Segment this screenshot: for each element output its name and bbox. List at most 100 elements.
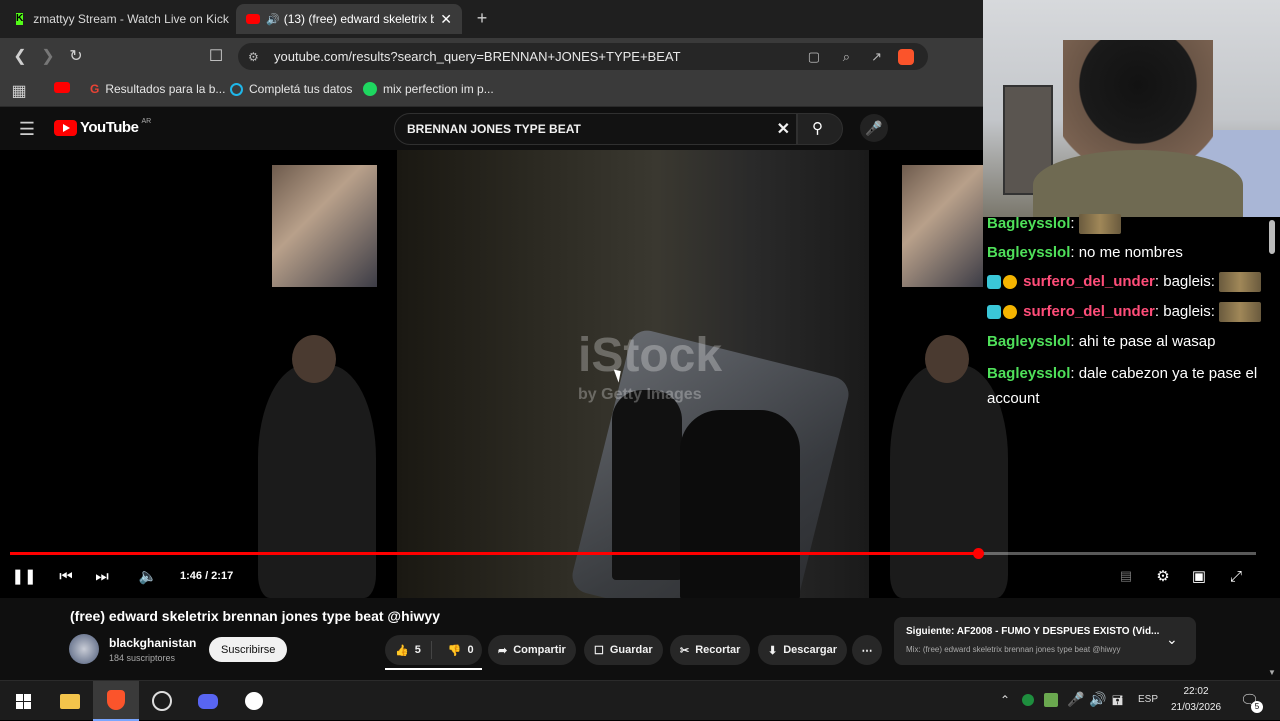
url-field[interactable]: ⚙ youtube.com/results?search_query=BRENN… — [238, 43, 928, 70]
bookmark-label: Resultados para la b... — [105, 82, 226, 96]
up-next-card[interactable]: Siguiente: AF2008 - FUMO Y DESPUES EXIST… — [894, 617, 1196, 665]
thumbs-down-icon: 👎 — [447, 644, 462, 657]
tray-app-icon[interactable] — [1044, 693, 1058, 707]
dislike-button[interactable]: 👎 0 — [438, 644, 484, 657]
channel-avatar[interactable] — [69, 634, 99, 664]
site-info-icon[interactable]: ⚙ — [248, 50, 259, 64]
bookmark-icon: ☐ — [594, 644, 604, 657]
figure-right-head — [925, 335, 969, 383]
tab-kick[interactable]: K zmattyy Stream - Watch Live on Kick — [6, 4, 234, 34]
clock-app-icon[interactable] — [231, 681, 277, 721]
chevron-down-icon[interactable]: ⌄ — [1166, 631, 1178, 648]
new-tab-button[interactable]: + — [472, 8, 492, 28]
brave-shield-icon[interactable] — [898, 48, 914, 65]
chat-text: no me nombres — [1078, 244, 1183, 261]
tab-youtube-active[interactable]: 🔊 (13) (free) edward skeletrix bre ✕ — [236, 4, 462, 34]
obs-icon[interactable] — [139, 681, 185, 721]
next-icon[interactable]: ⏭ — [92, 566, 112, 586]
windows-taskbar: ⌃ 🎤 🔊 🖬 ESP 22:02 21/03/2026 🗨 5 — [0, 680, 1280, 721]
save-button[interactable]: ☐ Guardar — [584, 635, 663, 665]
download-label: Descargar — [783, 644, 838, 656]
apps-grid-icon[interactable]: ▦ — [10, 82, 28, 100]
volume-icon[interactable]: 🔊 — [1089, 691, 1106, 708]
bookmark-spotify[interactable]: mix perfection im p... — [363, 82, 494, 96]
hamburger-menu-icon[interactable]: ☰ — [16, 118, 38, 140]
clock-date[interactable]: 21/03/2026 — [1166, 702, 1226, 713]
url-text: youtube.com/results?search_query=BRENNAN… — [274, 49, 681, 64]
scroll-down-icon[interactable]: ▼ — [1268, 668, 1276, 677]
collage-faces-right — [902, 165, 983, 287]
bookmark-icon[interactable]: ☐ — [206, 46, 226, 66]
windows-start-icon[interactable] — [0, 681, 46, 721]
forward-icon[interactable]: ❯ — [38, 46, 58, 66]
youtube-icon — [246, 14, 260, 24]
microphone-icon[interactable]: 🎤 — [1067, 691, 1084, 708]
chat-username: Bagleysslol — [987, 365, 1071, 382]
browser-tab-bar: K zmattyy Stream - Watch Live on Kick 🔊 … — [0, 0, 983, 38]
more-actions-button[interactable]: ⋯ — [852, 635, 882, 665]
brave-browser-icon[interactable] — [93, 681, 139, 721]
chat-message: surfero_del_under: bagleis: — [987, 302, 1262, 323]
channel-name[interactable]: blackghanistan — [109, 636, 196, 650]
network-icon[interactable]: 🖬 — [1112, 692, 1123, 714]
badge-icon — [987, 305, 1001, 320]
settings-icon[interactable]: ⚙ — [1153, 566, 1173, 586]
tray-chevron-icon[interactable]: ⌃ — [1000, 693, 1010, 707]
tab-label: (13) (free) edward skeletrix bre — [283, 12, 434, 26]
figure-left — [258, 365, 376, 598]
previous-icon[interactable]: ⏮ — [56, 566, 76, 586]
chat-username: Bagleysslol — [987, 244, 1071, 261]
circle-icon — [230, 82, 243, 96]
progress-played — [10, 552, 979, 555]
search-button[interactable]: ⚲ — [797, 113, 843, 145]
chat-text: ahi te pase al wasap — [1078, 333, 1216, 350]
spotify-icon — [363, 82, 377, 96]
fullscreen-icon[interactable]: ⤢ — [1226, 566, 1246, 586]
voice-search-icon[interactable]: 🎤 — [860, 114, 888, 142]
figure-left-head — [292, 335, 336, 383]
video-progress-bar[interactable] — [10, 548, 1256, 559]
webcam-shirt — [1033, 150, 1243, 217]
up-next-title: Siguiente: AF2008 - FUMO Y DESPUES EXIST… — [906, 626, 1160, 637]
like-button[interactable]: 👍 5 — [385, 641, 432, 659]
bookmark-completa[interactable]: Completá tus datos — [230, 82, 352, 96]
install-icon[interactable]: ▢ — [808, 49, 820, 65]
youtube-logo[interactable]: YouTube AR — [54, 118, 152, 136]
back-icon[interactable]: ❮ — [10, 46, 30, 66]
clip-button[interactable]: ✂ Recortar — [670, 635, 751, 665]
collage-faces-left — [272, 165, 377, 287]
search-input[interactable]: BRENNAN JONES TYPE BEAT ✕ — [394, 113, 797, 145]
download-button[interactable]: ⬇ Descargar — [758, 635, 848, 665]
bookmark-youtube[interactable] — [54, 82, 70, 93]
close-tab-icon[interactable]: ✕ — [440, 11, 452, 28]
bookmark-label: Completá tus datos — [249, 82, 353, 96]
zoom-icon[interactable]: ⌕ — [843, 49, 850, 65]
scissors-icon: ✂ — [680, 644, 690, 657]
discord-icon[interactable] — [185, 681, 231, 721]
share-label: Compartir — [513, 644, 566, 656]
clear-search-icon[interactable]: ✕ — [777, 119, 790, 139]
file-explorer-icon[interactable] — [47, 681, 93, 721]
language-indicator[interactable]: ESP — [1138, 694, 1158, 705]
reload-icon[interactable]: ↻ — [66, 46, 86, 66]
subtitles-icon[interactable]: ▤ — [1116, 566, 1136, 586]
chat-scrollbar[interactable] — [1269, 220, 1275, 254]
pause-icon[interactable]: ❚❚ — [11, 566, 36, 586]
share-icon[interactable]: ↗ — [871, 49, 882, 65]
search-icon: ⚲ — [812, 120, 823, 137]
share-button[interactable]: ➦ Compartir — [488, 635, 576, 665]
google-icon: G — [90, 82, 100, 96]
miniplayer-icon[interactable]: ▣ — [1189, 566, 1209, 586]
subscribe-button[interactable]: Suscribirse — [209, 637, 288, 662]
bookmark-google-results[interactable]: G Resultados para la b... — [90, 82, 225, 96]
emote-icon — [1219, 302, 1262, 323]
download-icon: ⬇ — [768, 644, 778, 657]
region-code: AR — [141, 118, 152, 125]
webcam-overlay — [983, 0, 1280, 217]
clock-time[interactable]: 22:02 — [1170, 686, 1222, 697]
volume-icon[interactable]: 🔈 — [137, 566, 159, 586]
video-title: (free) edward skeletrix brennan jones ty… — [70, 608, 440, 624]
chat-text: bagleis: — [1163, 273, 1215, 290]
bookmark-label: mix perfection im p... — [383, 82, 494, 96]
tray-app-icon[interactable] — [1022, 694, 1034, 706]
